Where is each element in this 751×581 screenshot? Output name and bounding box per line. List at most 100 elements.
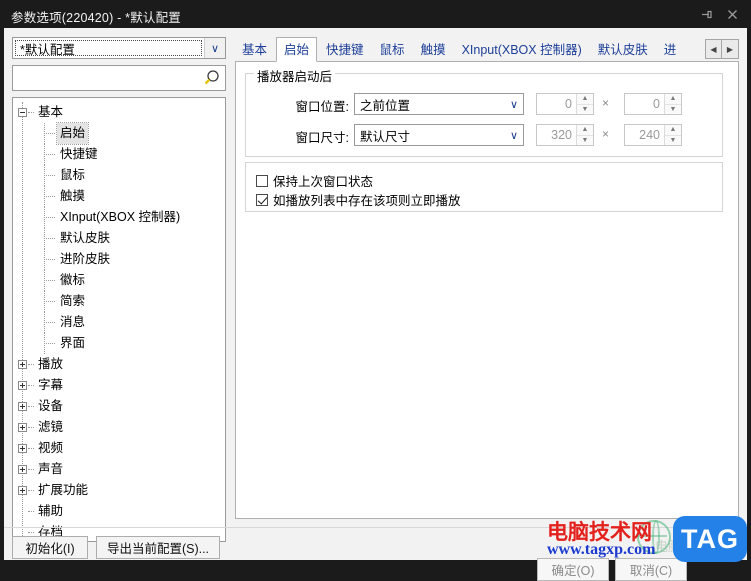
tree-item-17[interactable]: 声音 bbox=[13, 459, 225, 480]
tree-item-1[interactable]: 启始 bbox=[13, 122, 225, 145]
spinner-down-icon[interactable]: ▼ bbox=[665, 135, 681, 145]
keep-last-window-state-checkbox[interactable] bbox=[256, 174, 268, 187]
search-box[interactable] bbox=[12, 65, 226, 91]
tree-connector bbox=[44, 312, 46, 333]
tab-0[interactable]: 基本 bbox=[235, 39, 274, 61]
tree-item-19[interactable]: 辅助 bbox=[13, 501, 225, 522]
size-separator: × bbox=[602, 127, 610, 141]
tree-item-9[interactable]: 简索 bbox=[13, 291, 225, 312]
spinner-down-icon[interactable]: ▼ bbox=[577, 135, 593, 145]
tree-item-4[interactable]: 触摸 bbox=[13, 186, 225, 207]
tree-item-label: 默认皮肤 bbox=[60, 231, 111, 245]
tree-item-6[interactable]: 默认皮肤 bbox=[13, 228, 225, 249]
keep-last-window-state-checkbox-row[interactable]: 保持上次窗口状态 bbox=[256, 171, 373, 190]
settings-tree[interactable]: 基本 启始 快捷键 鼠标 触摸 XInput(XBOX 控制器) 默认皮肤进阶皮肤 徽标 简索消… bbox=[12, 97, 226, 542]
expand-icon[interactable] bbox=[18, 360, 27, 369]
chevron-down-icon[interactable]: ∨ bbox=[505, 98, 523, 111]
tree-item-14[interactable]: 设备 bbox=[13, 396, 225, 417]
window-position-label: 窗口位置: bbox=[295, 100, 349, 114]
expand-icon[interactable] bbox=[18, 423, 27, 432]
tree-item-13[interactable]: 字幕 bbox=[13, 375, 225, 396]
expand-icon[interactable] bbox=[18, 444, 27, 453]
tree-connector bbox=[44, 333, 46, 354]
tree-item-15[interactable]: 滤镜 bbox=[13, 417, 225, 438]
tree-connector bbox=[28, 406, 34, 408]
spinner-up-icon[interactable]: ▲ bbox=[665, 94, 681, 105]
tree-item-16[interactable]: 视频 bbox=[13, 438, 225, 459]
settings-panel: 基本 启始 快捷键 鼠标 触摸 XInput(XBOX 控制器) 默认皮肤进 ◀ ▶ 播放器… bbox=[235, 37, 739, 519]
expand-icon[interactable] bbox=[18, 402, 27, 411]
pin-icon[interactable] bbox=[693, 4, 719, 24]
tree-connector bbox=[44, 123, 46, 144]
tree-item-label: 字幕 bbox=[38, 378, 64, 392]
sidebar: *默认配置 ∨ 基本 启始 快捷键 鼠标 触摸 XInput(XBOX 控制器) 默认皮肤进… bbox=[12, 37, 226, 542]
tree-item-10[interactable]: 消息 bbox=[13, 312, 225, 333]
spinner-buttons[interactable]: ▲ ▼ bbox=[664, 125, 681, 145]
tab-7[interactable]: 进 bbox=[657, 39, 684, 61]
window-position-y-spinner[interactable]: 0 ▲ ▼ bbox=[624, 93, 682, 115]
tab-3[interactable]: 鼠标 bbox=[373, 39, 412, 61]
tree-item-label: 消息 bbox=[60, 315, 86, 329]
tree-item-label: 启始 bbox=[55, 122, 90, 145]
play-if-in-playlist-checkbox-row[interactable]: 如播放列表中存在该项则立即播放 bbox=[256, 190, 461, 209]
group-startup: 播放器启动后 窗口位置: 之前位置 ∨ 0 ▲ ▼ × 0 ▲ ▼ 窗口尺寸: … bbox=[245, 66, 723, 157]
window-position-x-spinner[interactable]: 0 ▲ ▼ bbox=[536, 93, 594, 115]
close-icon[interactable] bbox=[719, 4, 745, 24]
spinner-up-icon[interactable]: ▲ bbox=[577, 94, 593, 105]
expand-icon[interactable] bbox=[18, 486, 27, 495]
tree-item-8[interactable]: 徽标 bbox=[13, 270, 225, 291]
window-title: 参数选项(220420) - *默认配置 bbox=[11, 11, 182, 25]
window-position-dropdown[interactable]: 之前位置 ∨ bbox=[354, 93, 524, 115]
tab-page-startup: 播放器启动后 窗口位置: 之前位置 ∨ 0 ▲ ▼ × 0 ▲ ▼ 窗口尺寸: … bbox=[235, 62, 739, 519]
reset-button[interactable]: 初始化(I) bbox=[12, 536, 88, 559]
search-input[interactable] bbox=[16, 69, 194, 87]
tree-item-18[interactable]: 扩展功能 bbox=[13, 480, 225, 501]
spinner-buttons[interactable]: ▲ ▼ bbox=[664, 94, 681, 114]
spinner-up-icon[interactable]: ▲ bbox=[665, 125, 681, 136]
tab-6[interactable]: 默认皮肤 bbox=[591, 39, 655, 61]
spinner-down-icon[interactable]: ▼ bbox=[665, 104, 681, 114]
tab-5[interactable]: XInput(XBOX 控制器) bbox=[455, 39, 589, 61]
search-icon[interactable] bbox=[203, 69, 221, 87]
tree-connector bbox=[44, 249, 46, 270]
tree-item-label: 辅助 bbox=[38, 504, 64, 518]
window-size-width-spinner[interactable]: 320 ▲ ▼ bbox=[536, 124, 594, 146]
play-if-in-playlist-checkbox[interactable] bbox=[256, 193, 268, 206]
ok-button[interactable]: 确定(O) bbox=[537, 558, 609, 581]
tree-item-12[interactable]: 播放 bbox=[13, 354, 225, 375]
tree-item-7[interactable]: 进阶皮肤 bbox=[13, 249, 225, 270]
cancel-button[interactable]: 取消(C) bbox=[615, 558, 687, 581]
chevron-down-icon[interactable]: ∨ bbox=[204, 38, 225, 58]
tree-item-2[interactable]: 快捷键 bbox=[13, 144, 225, 165]
spinner-down-icon[interactable]: ▼ bbox=[577, 104, 593, 114]
group-startup-options: 保持上次窗口状态 如播放列表中存在该项则立即播放 bbox=[245, 162, 723, 212]
expand-icon[interactable] bbox=[18, 465, 27, 474]
tab-1[interactable]: 启始 bbox=[276, 37, 318, 62]
window-size-label: 窗口尺寸: bbox=[295, 131, 349, 145]
export-config-button[interactable]: 导出当前配置(S)... bbox=[96, 536, 220, 559]
spinner-buttons[interactable]: ▲ ▼ bbox=[576, 94, 593, 114]
tree-item-0[interactable]: 基本 bbox=[13, 102, 225, 123]
tree-item-5[interactable]: XInput(XBOX 控制器) bbox=[13, 207, 225, 228]
tree-item-11[interactable]: 界面 bbox=[13, 333, 225, 354]
window-size-width-value: 320 bbox=[551, 128, 572, 142]
spinner-up-icon[interactable]: ▲ bbox=[577, 125, 593, 136]
tab-2[interactable]: 快捷键 bbox=[319, 39, 371, 61]
spinner-buttons[interactable]: ▲ ▼ bbox=[576, 125, 593, 145]
expand-icon[interactable] bbox=[18, 381, 27, 390]
tab-4[interactable]: 触摸 bbox=[414, 39, 453, 61]
profile-combobox[interactable]: *默认配置 ∨ bbox=[12, 37, 226, 59]
tree-item-3[interactable]: 鼠标 bbox=[13, 165, 225, 186]
collapse-icon[interactable] bbox=[18, 108, 27, 117]
window-position-x-value: 0 bbox=[565, 97, 572, 111]
tree-item-label: 滤镜 bbox=[38, 420, 64, 434]
tab-scroll-right-button[interactable]: ▶ bbox=[722, 39, 739, 59]
window-size-dropdown[interactable]: 默认尺寸 ∨ bbox=[354, 124, 524, 146]
tree-connector bbox=[44, 291, 46, 312]
window-size-height-spinner[interactable]: 240 ▲ ▼ bbox=[624, 124, 682, 146]
tab-scroll-buttons: ◀ ▶ bbox=[705, 39, 739, 59]
tab-scroll-left-button[interactable]: ◀ bbox=[705, 39, 722, 59]
chevron-down-icon[interactable]: ∨ bbox=[505, 129, 523, 142]
tree-connector bbox=[44, 186, 46, 207]
play-if-in-playlist-label: 如播放列表中存在该项则立即播放 bbox=[273, 194, 461, 208]
